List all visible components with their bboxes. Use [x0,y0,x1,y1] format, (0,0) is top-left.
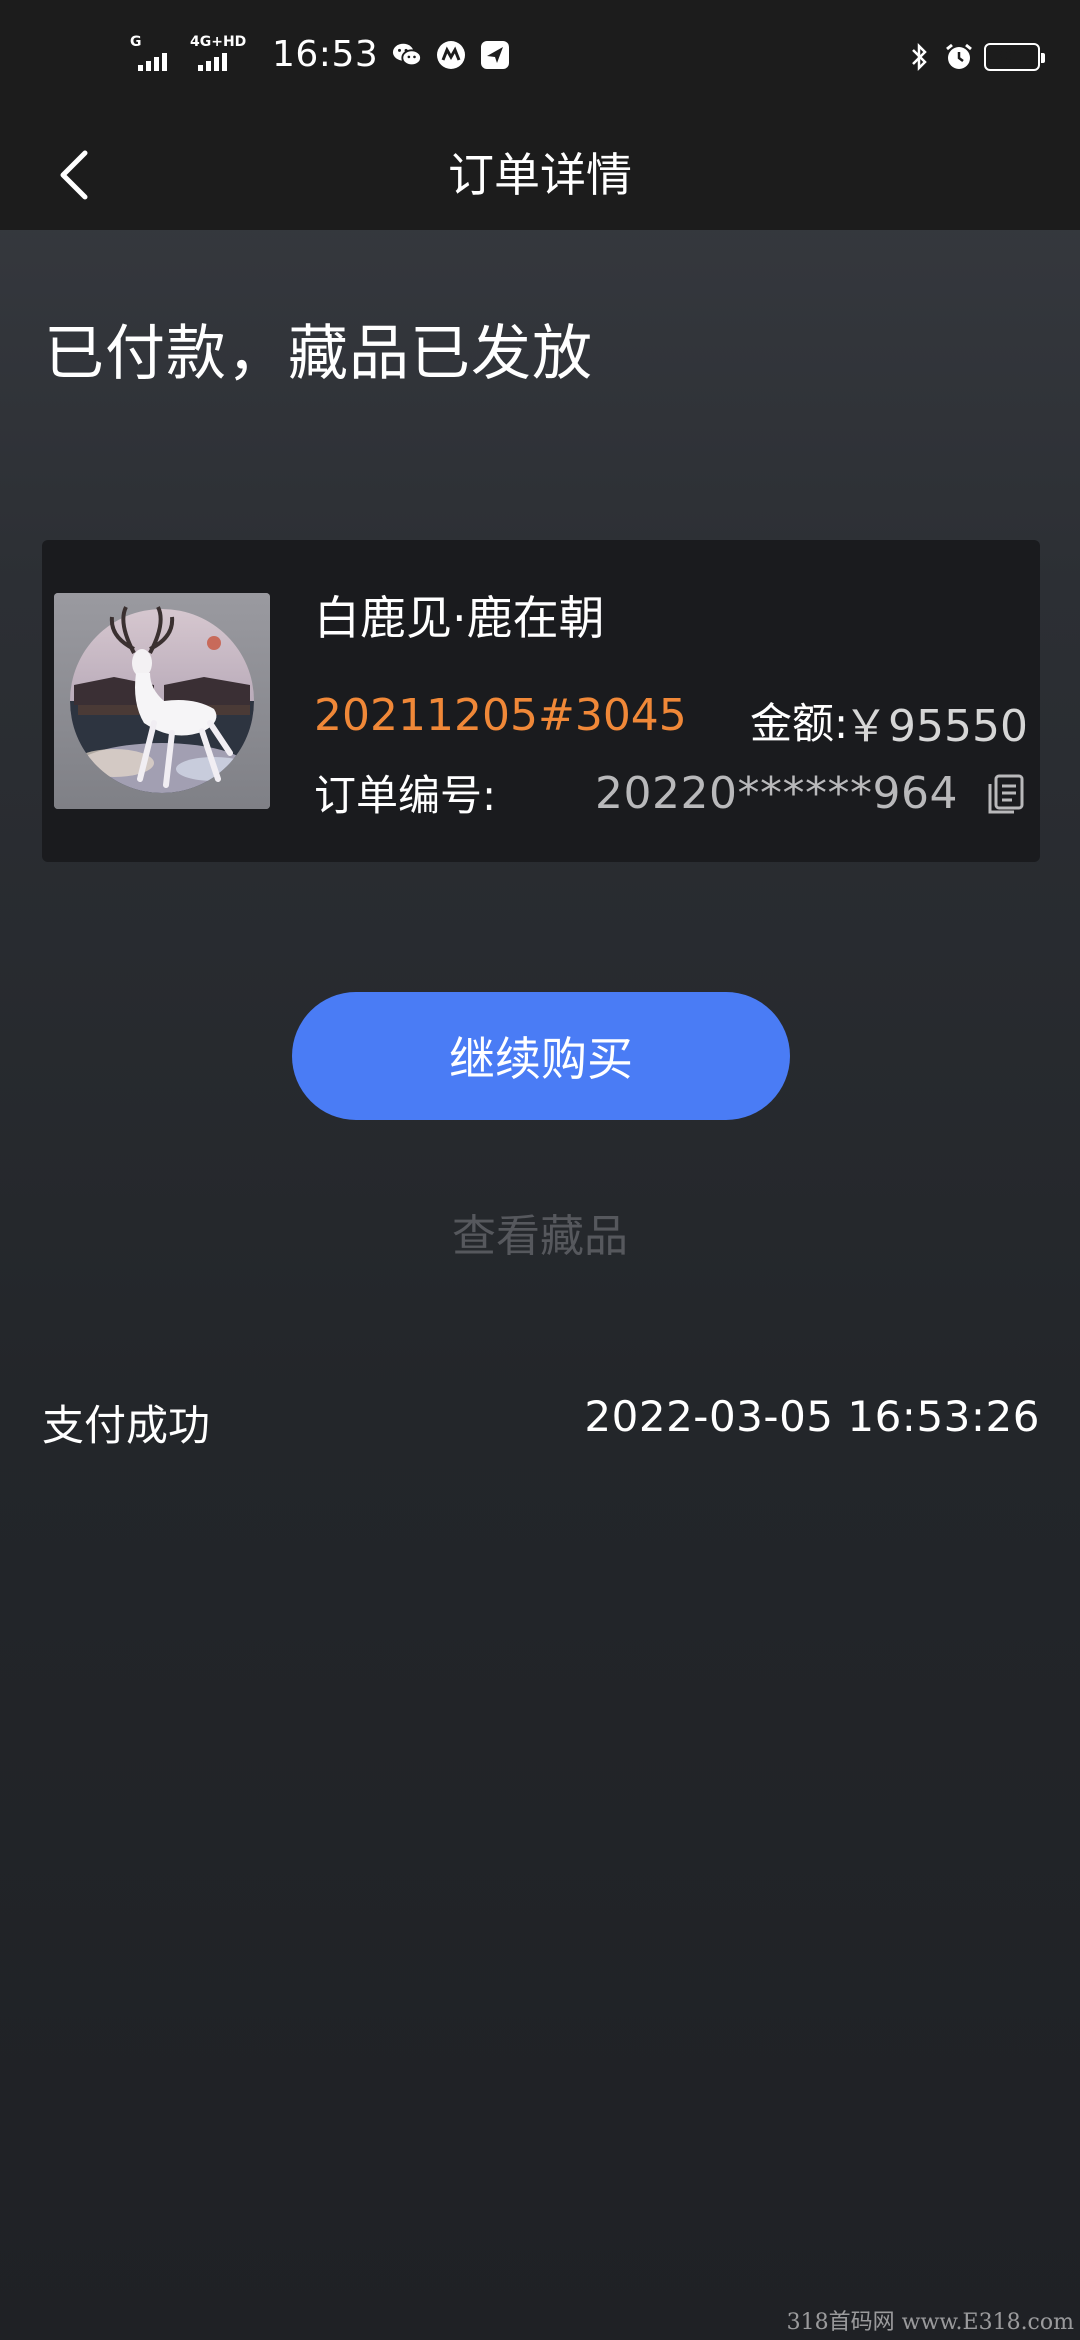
page-title: 订单详情 [448,148,632,202]
watermark: 318首码网 www.E318.com [786,2310,1074,2335]
payment-time: 2022-03-05 16:53:26 [584,1392,1040,1441]
view-collectible-link[interactable]: 查看藏品 [0,1200,1080,1264]
amount-label: 金额: [750,699,849,748]
send-app-icon [480,40,510,70]
bank-app-icon [436,40,466,70]
order-number-label: 订单编号: [314,771,497,820]
status-right-group: 91 [904,42,1045,72]
network-type-2: 4G+HD [190,33,247,50]
status-left-group: G 4G+HD 16:53 [130,34,510,75]
alarm-icon [944,42,974,72]
nav-bar: 订单详情 [0,120,1080,230]
copy-icon[interactable] [986,772,1026,816]
signal-sim1-icon: G [130,35,176,75]
network-type-1: G [130,33,142,50]
payment-status-label: 支付成功 [42,1401,211,1450]
product-name: 白鹿见·鹿在朝 [314,591,605,645]
edition-number: 20211205#3045 [314,690,687,741]
battery-icon: 91 [984,43,1045,71]
amount-value: ￥95550 [844,701,1028,752]
continue-purchase-button[interactable]: 继续购买 [292,992,790,1120]
battery-percent: 91 [999,46,1025,68]
status-time: 16:53 [272,34,379,75]
order-number-value: 20220******964 [595,768,958,819]
order-detail-screen: G 4G+HD 16:53 91 订单详情 已付款，藏品已发放 白鹿见·鹿在朝 … [0,0,1080,2340]
bluetooth-icon [904,42,934,72]
payment-row: 支付成功 2022-03-05 16:53:26 [42,1392,1040,1452]
order-status-heading: 已付款，藏品已发放 [44,319,593,389]
wechat-icon [392,40,423,70]
signal-sim2-icon: 4G+HD [190,35,250,75]
order-card[interactable]: 白鹿见·鹿在朝 20211205#3045 金额: ￥95550 订单编号: 2… [42,540,1040,862]
collectible-thumbnail [54,593,270,809]
status-bar: G 4G+HD 16:53 91 [0,0,1080,120]
